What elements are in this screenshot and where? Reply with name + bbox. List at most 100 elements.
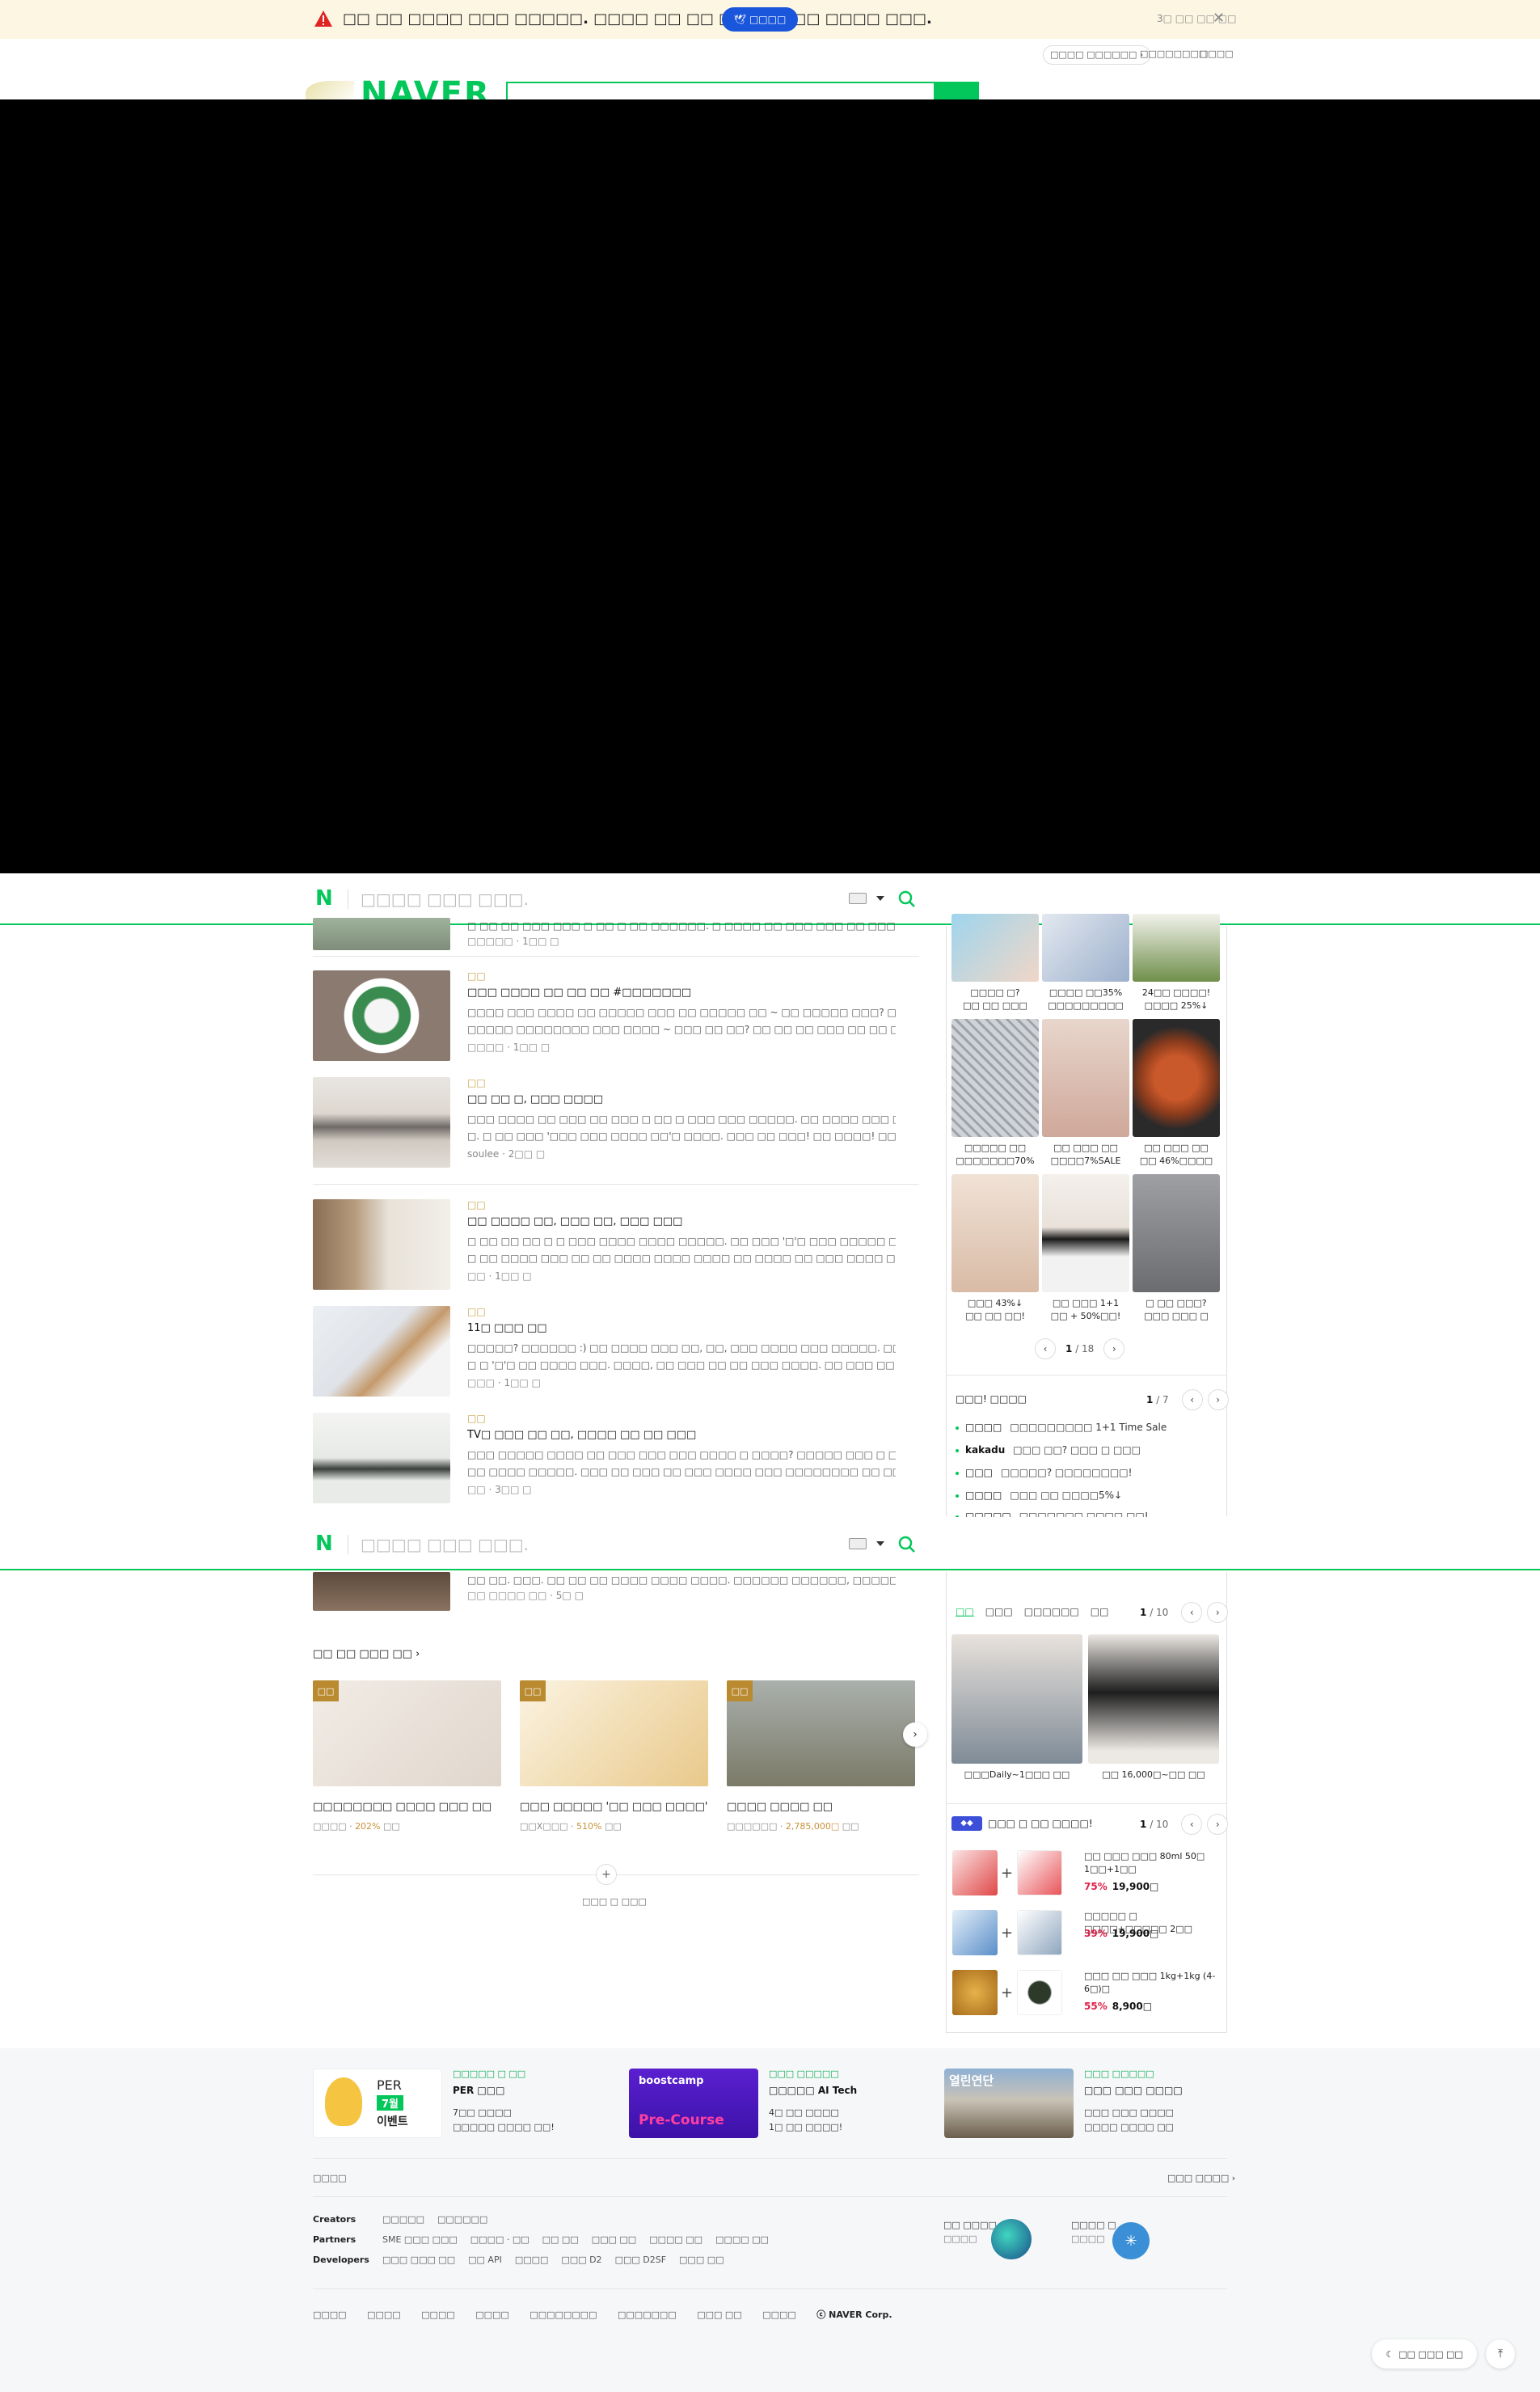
desc-line: □□ □□□□ □□□□□. □□□ □□ □□□ □□ □□□ □□□□ □□…: [467, 1466, 896, 1477]
dark-mode-button[interactable]: ☾ □□ □□□ □□: [1372, 2339, 1477, 2369]
footer-link[interactable]: □□□□: [421, 2310, 455, 2320]
tab-fashion-1[interactable]: □□: [956, 1606, 974, 1617]
deal-item[interactable]: + □□□□□ □ □□□□+□□□□□ 2□□ 39% 19,900□: [952, 1910, 1223, 1967]
naver-logo[interactable]: NAVER: [306, 78, 492, 102]
promo-line: 4□ □□ □□□□: [769, 2107, 839, 2118]
footer-link[interactable]: □□□ D2SF: [615, 2255, 666, 2265]
chevron-left-icon[interactable]: ‹: [1181, 1602, 1203, 1623]
banner-action-button[interactable]: 🕊 □□□□: [722, 7, 798, 32]
chevron-down-icon[interactable]: [876, 1541, 884, 1546]
footer-link[interactable]: □□□ □□: [697, 2310, 741, 2320]
chevron-down-icon[interactable]: [876, 896, 884, 901]
deal-item[interactable]: + □□ □□□ □□□ 80ml 50□ 1□□+1□□ 75% 19,900□: [952, 1850, 1223, 1907]
fashion-item[interactable]: □□□Daily~1□□□ □□: [951, 1634, 1082, 1781]
list-item[interactable]: □ □□ □□ □□□ □□□ □ □□ □ □□ □□□□□□. □ □□□□…: [313, 918, 919, 950]
shop-item[interactable]: □ □□ □□□? □□□ □□□ □: [1133, 1174, 1220, 1323]
footer-link[interactable]: □□□□: [475, 2310, 509, 2320]
shop-item[interactable]: □□ □□□ □□ □□□□7%SALE: [1042, 1019, 1129, 1168]
deal-amount: 19,900□: [1112, 1881, 1159, 1892]
chevron-right-icon[interactable]: ›: [1207, 1814, 1229, 1835]
shop-item[interactable]: □□□□ □□35% □□□□□□□□□: [1042, 914, 1129, 1012]
chevron-left-icon[interactable]: ‹: [1181, 1389, 1203, 1410]
shop-item[interactable]: □□□□□ □□ □□□□□□□70%: [951, 1019, 1039, 1168]
tab-fashion-3[interactable]: □□□□□□: [1024, 1606, 1079, 1617]
recommend-card[interactable]: □□ □□□□□□□□ □□□□ □□□ □□ □□□□ · 202% □□: [313, 1680, 501, 1832]
footer-link[interactable]: □□□□ □□: [715, 2234, 769, 2245]
footer-link[interactable]: □□□□ □□: [649, 2234, 702, 2245]
footer-link[interactable]: □□□ □□□ □□: [382, 2255, 455, 2265]
scroll-top-icon[interactable]: ⤒: [1486, 2339, 1515, 2369]
brand-list-item[interactable]: □□□ □□□□□? □□□□□□□□!: [956, 1467, 1132, 1478]
footer-link[interactable]: □□□ □□: [679, 2255, 724, 2265]
shop-item[interactable]: □□ □□□ □□ □□ 46%□□□□: [1133, 1019, 1220, 1168]
footer-link[interactable]: □□□□□□: [437, 2214, 487, 2225]
keyboard-icon[interactable]: [849, 893, 867, 904]
list-item[interactable]: □□ □□ □□ □, □□□ □□□□ □□□ □□□□ □□ □□□ □□ …: [313, 1077, 919, 1174]
header-service-link[interactable]: □□□□ □□□□□□ ›: [1043, 45, 1151, 65]
promo-card[interactable]: 열린연단 □□□ □□□□□ □□□ □□□ □□□□ □□□ □□□ □□□□…: [944, 2069, 1227, 2140]
keyboard-icon[interactable]: [849, 1538, 867, 1549]
brand-list-item[interactable]: □□□□□ □□□□□□□ □□□□ □□!: [956, 1511, 1149, 1517]
footer-link[interactable]: □□□□: [313, 2310, 347, 2320]
footer-link[interactable]: SME □□□ □□□: [382, 2234, 458, 2245]
search-icon[interactable]: [897, 1535, 917, 1554]
brand-list-item[interactable]: □□□□ □□□ □□ □□□□5%↓: [956, 1490, 1122, 1501]
header-link-3[interactable]: □□□□: [1200, 49, 1234, 59]
footer-link[interactable]: □□ API: [468, 2255, 502, 2265]
promo-card[interactable]: PER 7월 이벤트 □□□□□ □ □□ PER □□□ 7□□ □□□□ □□…: [313, 2069, 604, 2140]
naver-n-icon[interactable]: N: [315, 1532, 333, 1556]
deal-name: □□ □□□ □□□ 80ml 50□ 1□□+1□□: [1084, 1851, 1205, 1874]
footer-link[interactable]: □□□ □□: [592, 2234, 636, 2245]
shop-item[interactable]: 24□□ □□□□! □□□□ 25%↓: [1133, 914, 1220, 1012]
header-link-2[interactable]: □□□□□□□□: [1140, 49, 1207, 59]
keyboard-app-link[interactable]: □□□□ □ □□□□: [1071, 2220, 1116, 2244]
whale-app-link[interactable]: □□ □□□□ □□□□: [943, 2220, 997, 2244]
chevron-left-icon[interactable]: ‹: [1035, 1338, 1056, 1359]
plus-icon[interactable]: +: [596, 1864, 617, 1885]
chevron-left-icon[interactable]: ‹: [1181, 1814, 1203, 1835]
search-icon[interactable]: [897, 890, 917, 909]
footer-link[interactable]: □□□□ · □□: [470, 2234, 530, 2245]
list-item[interactable]: □□ 11□ □□□ □□ □□□□□? □□□□□□ :) □□ □□□□ □…: [313, 1306, 919, 1403]
shop-item[interactable]: □□ □□□ 1+1 □□ + 50%□□!: [1042, 1174, 1129, 1323]
shop-item[interactable]: □□□□ □? □□ □□ □□□: [951, 914, 1039, 1012]
list-item[interactable]: □□ □□. □□□. □□ □□ □□ □□□□ □□□□ □□□□. □□□…: [313, 1572, 919, 1612]
deal-item[interactable]: + □□□ □□ □□□ 1kg+1kg (4-6□)□ 55% 8,900□: [952, 1970, 1223, 2026]
chevron-right-icon[interactable]: ›: [1207, 1602, 1229, 1623]
brand-list-item[interactable]: □□□□ □□□□□□□□□ 1+1 Time Sale: [956, 1422, 1167, 1433]
chevron-right-icon[interactable]: ›: [1207, 1389, 1229, 1410]
footer-link[interactable]: □□□□□□□□: [530, 2310, 597, 2320]
footer-link[interactable]: □□□□□: [382, 2214, 424, 2225]
footer-link[interactable]: □□ □□: [542, 2234, 579, 2245]
notice-label[interactable]: □□□□: [313, 2173, 347, 2183]
chevron-right-icon[interactable]: ›: [1103, 1338, 1125, 1359]
snowflake-icon[interactable]: ✳: [1112, 2222, 1150, 2259]
brand-list-item[interactable]: kakadu □□□ □□? □□□ □ □□□: [956, 1444, 1141, 1456]
recommend-heading[interactable]: □□ □□ □□□ □□ ›: [313, 1648, 420, 1660]
service-all-link[interactable]: □□□ □□□□ ›: [1167, 2173, 1235, 2183]
search-input[interactable]: □□□□ □□□ □□□.: [361, 890, 529, 909]
footer-link[interactable]: □□□□□□□: [618, 2310, 677, 2320]
footer-link[interactable]: □□□□: [515, 2255, 549, 2265]
list-item[interactable]: □□ TV□ □□□ □□ □□, □□□□ □□ □□ □□□ □□□ □□□…: [313, 1413, 919, 1510]
footer-link[interactable]: □□□□: [367, 2310, 401, 2320]
product-image: [951, 914, 1039, 982]
load-more-label[interactable]: □□□ □ □□□: [582, 1896, 647, 1907]
tab-fashion-2[interactable]: □□□: [985, 1606, 1013, 1617]
recommend-card[interactable]: □□ □□□□ □□□□ □□ □□□□□□ · 2,785,000□ □□: [727, 1680, 915, 1832]
promo-card[interactable]: boostcamp Pre-Course □□□ □□□□□ □□□□□ AI …: [629, 2069, 920, 2140]
shop-item[interactable]: □□□ 43%↓ □□ □□ □□!: [951, 1174, 1039, 1323]
naver-n-icon[interactable]: N: [315, 886, 333, 911]
close-icon[interactable]: ✕: [1213, 10, 1225, 27]
list-item[interactable]: □□ □□ □□□□ □□, □□□ □□, □□□ □□□ □ □□ □□ □…: [313, 1199, 919, 1296]
search-input[interactable]: □□□□ □□□ □□□.: [361, 1535, 529, 1554]
footer-link[interactable]: □□□□: [762, 2310, 796, 2320]
main-search-box[interactable]: [506, 82, 979, 103]
tab-fashion-4[interactable]: □□: [1091, 1606, 1109, 1617]
chevron-right-icon[interactable]: ›: [903, 1722, 927, 1747]
footer-link[interactable]: □□□ D2: [561, 2255, 601, 2265]
recommend-card[interactable]: □□ □□□ □□□□□ '□□ □□□ □□□□' □□X□□□ · 510%…: [520, 1680, 708, 1832]
list-item[interactable]: □□ □□□ □□□□ □□ □□ □□ #□□□□□□□ □□□□ □□□ □…: [313, 970, 919, 1067]
whale-icon[interactable]: [991, 2219, 1032, 2259]
fashion-item[interactable]: □□ 16,000□~□□ □□: [1088, 1634, 1219, 1781]
